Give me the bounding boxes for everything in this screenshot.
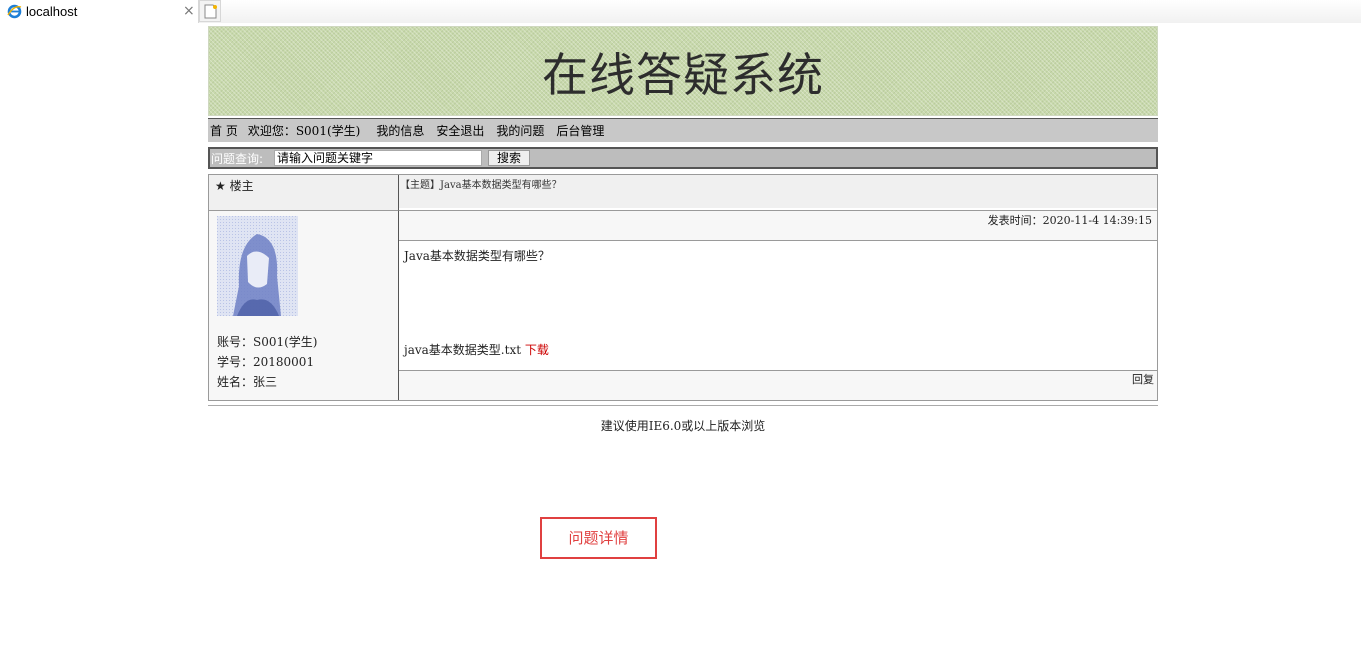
post-subject: 【主题】Java基本数据类型有哪些？	[399, 175, 1157, 208]
attachment-name: java基本数据类型.txt	[404, 343, 522, 357]
nav-admin-link[interactable]: 后台管理	[556, 122, 604, 139]
footer-text: 建议使用IE6.0或以上版本浏览	[600, 419, 766, 433]
browser-tab-title: localhost	[26, 4, 78, 19]
site-banner: 在线答疑系统	[208, 26, 1158, 116]
browser-tab-bar: localhost ×	[0, 0, 1361, 23]
site-container: 在线答疑系统 首 页 欢迎您：S001(学生) 我的信息 安全退出 我的问题 后…	[208, 26, 1158, 434]
post-content: Java基本数据类型有哪些？	[404, 249, 550, 263]
new-tab-icon	[204, 4, 217, 19]
author-name: 姓名：张三	[217, 375, 278, 389]
post-content-area: Java基本数据类型有哪些？ java基本数据类型.txt 下载	[399, 241, 1157, 371]
post-time: 发表时间：2020-11-4 14:39:15	[399, 211, 1157, 241]
browser-tab[interactable]: localhost ×	[0, 0, 199, 23]
footer-divider	[208, 405, 1158, 406]
close-icon[interactable]: ×	[183, 3, 195, 19]
author-account: 账号：S001(学生)	[217, 335, 318, 349]
search-label: 问题查询:	[211, 151, 264, 166]
search-button[interactable]: 搜索	[488, 150, 530, 166]
search-bar: 问题查询: 搜索	[208, 147, 1158, 169]
post-body: 发表时间：2020-11-4 14:39:15 Java基本数据类型有哪些？ j…	[399, 210, 1157, 400]
main-nav: 首 页 欢迎您：S001(学生) 我的信息 安全退出 我的问题 后台管理	[208, 118, 1158, 142]
reply-row: 回复	[399, 371, 1157, 400]
search-input[interactable]	[274, 150, 482, 166]
download-link[interactable]: 下载	[525, 343, 549, 357]
floor-label: ★ 楼主	[209, 175, 399, 210]
nav-home-link[interactable]: 首 页	[210, 122, 238, 139]
author-student-no: 学号：20180001	[217, 355, 315, 369]
reply-link[interactable]: 回复	[1132, 373, 1154, 386]
attachment: java基本数据类型.txt 下载	[404, 341, 549, 358]
author-panel: 账号：S001(学生) 学号：20180001 姓名：张三	[209, 210, 399, 400]
welcome-text: 欢迎您：S001(学生)	[247, 124, 361, 138]
nav-my-info-link[interactable]: 我的信息	[376, 122, 424, 139]
site-title: 在线答疑系统	[542, 48, 824, 102]
annotation-label: 问题详情	[540, 517, 657, 559]
nav-my-questions-link[interactable]: 我的问题	[496, 122, 544, 139]
avatar	[217, 216, 298, 316]
ie-logo-icon	[7, 4, 22, 19]
post-table: ★ 楼主 【主题】Java基本数据类型有哪些？ 账号：S001(学生) 学号：2…	[208, 174, 1158, 401]
nav-logout-link[interactable]: 安全退出	[436, 122, 484, 139]
new-tab-button[interactable]	[199, 0, 221, 22]
